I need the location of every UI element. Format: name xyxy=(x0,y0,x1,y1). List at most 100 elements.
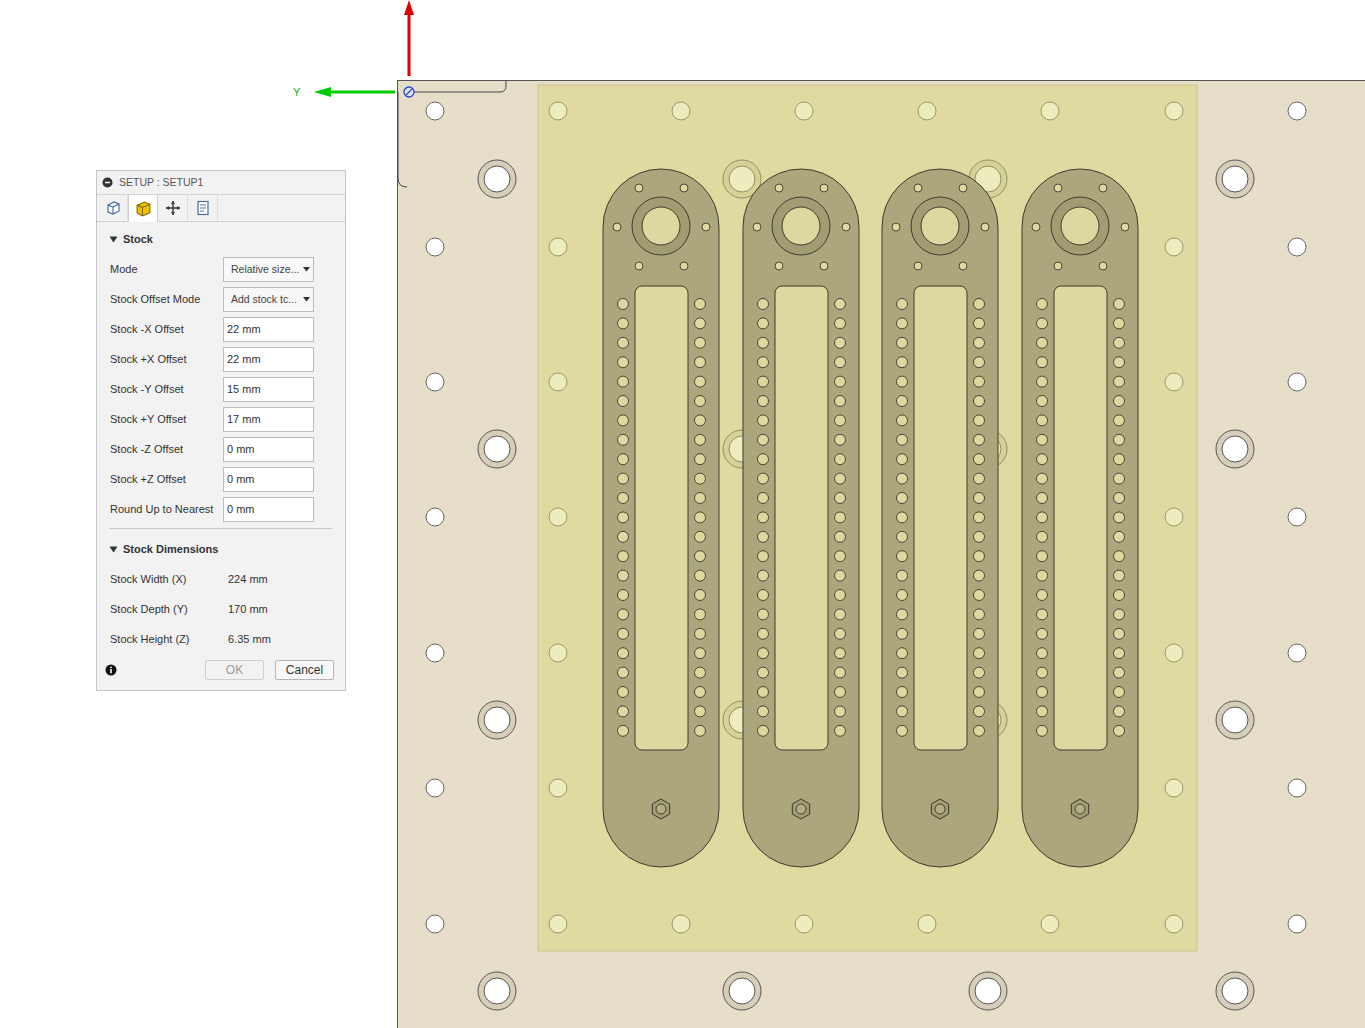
stock-cube-icon xyxy=(135,200,152,217)
counterbore-hole xyxy=(478,430,516,468)
section-separator xyxy=(109,528,332,529)
parameter-label: Stock -Y Offset xyxy=(110,383,223,395)
stock-box[interactable] xyxy=(538,85,1197,951)
plate-hole xyxy=(426,644,444,662)
parameter-row: Stock -Y Offset15 mm xyxy=(109,374,332,404)
plate-hole xyxy=(426,102,444,120)
parameter-label: Stock Offset Mode xyxy=(110,293,223,305)
dialog-section: StockModeRelative size...Stock Offset Mo… xyxy=(109,229,332,524)
section-title: Stock Dimensions xyxy=(123,543,218,555)
plate-hole xyxy=(1288,102,1306,120)
counterbore-hole xyxy=(969,972,1007,1010)
parameter-label: Mode xyxy=(110,263,223,275)
section-header[interactable]: Stock xyxy=(109,229,332,249)
link-part[interactable] xyxy=(1022,169,1138,867)
dropdown-arrow-icon xyxy=(303,267,310,272)
plate-hole xyxy=(426,508,444,526)
parameter-label: Stock -X Offset xyxy=(110,323,223,335)
origin-icon xyxy=(404,87,414,97)
dialog-title-bar: SETUP : SETUP1 xyxy=(97,171,345,195)
dialog-tab[interactable] xyxy=(158,195,188,222)
dialog-section: Stock DimensionsStock Width (X)224 mmSto… xyxy=(109,524,332,654)
parameter-row: Stock Width (X)224 mm xyxy=(109,564,332,594)
parameter-label: Stock -Z Offset xyxy=(110,443,223,455)
counterbore-hole xyxy=(1216,972,1254,1010)
dialog-tab[interactable] xyxy=(98,195,128,222)
parameter-row: Stock +Y Offset17 mm xyxy=(109,404,332,434)
counterbore-hole xyxy=(478,160,516,198)
parameter-input[interactable]: 17 mm xyxy=(223,407,314,432)
cancel-button[interactable]: Cancel xyxy=(275,660,334,680)
parameter-input[interactable]: 0 mm xyxy=(223,497,314,522)
parameter-row: ModeRelative size... xyxy=(109,254,332,284)
parameter-label: Stock Height (Z) xyxy=(110,633,223,645)
parameter-row: Round Up to Nearest0 mm xyxy=(109,494,332,524)
parameter-input[interactable]: 22 mm xyxy=(223,347,314,372)
parameter-label: Stock Depth (Y) xyxy=(110,603,223,615)
parameter-readout: 224 mm xyxy=(223,573,314,585)
dialog-body: StockModeRelative size...Stock Offset Mo… xyxy=(97,222,345,654)
link-part[interactable] xyxy=(743,169,859,867)
info-icon[interactable] xyxy=(105,664,117,676)
section-header[interactable]: Stock Dimensions xyxy=(109,539,332,559)
parameter-label: Stock Width (X) xyxy=(110,573,223,585)
plate-hole xyxy=(1288,779,1306,797)
y-axis-label: Y xyxy=(293,86,301,98)
plate-hole xyxy=(1288,373,1306,391)
plate-hole xyxy=(426,915,444,933)
cam-workspace: Y SETUP : SETUP1 Stock ModeRelative size...… xyxy=(0,0,1365,1028)
y-axis-arrow-icon xyxy=(314,87,395,97)
parameter-row: Stock Depth (Y)170 mm xyxy=(109,594,332,624)
plate-hole xyxy=(1288,238,1306,256)
parameter-row: Stock Offset ModeAdd stock tc... xyxy=(109,284,332,314)
plate-hole xyxy=(426,373,444,391)
parameter-dropdown[interactable]: Add stock tc... xyxy=(223,287,314,312)
dropdown-arrow-icon xyxy=(303,297,310,302)
plate-hole xyxy=(426,238,444,256)
fixture-plate[interactable] xyxy=(398,81,1365,1028)
dialog-footer: OK Cancel xyxy=(97,654,345,690)
plate-hole xyxy=(1288,508,1306,526)
counterbore-hole xyxy=(1216,160,1254,198)
plate-hole xyxy=(1288,915,1306,933)
section-title: Stock xyxy=(123,233,153,245)
parameter-label: Round Up to Nearest xyxy=(110,503,223,515)
parameter-dropdown[interactable]: Relative size... xyxy=(223,257,314,282)
setup-icon xyxy=(105,200,121,216)
counterbore-hole xyxy=(478,972,516,1010)
parameter-input[interactable]: 0 mm xyxy=(223,467,314,492)
expand-triangle-icon xyxy=(109,235,118,244)
parameter-row: Stock Height (Z)6.35 mm xyxy=(109,624,332,654)
dialog-tabs xyxy=(97,195,345,223)
parameter-row: Stock -Z Offset0 mm xyxy=(109,434,332,464)
plate-hole xyxy=(426,779,444,797)
z-axis-arrow-icon xyxy=(404,0,414,76)
ok-button[interactable]: OK xyxy=(205,660,264,680)
move-arrows-icon xyxy=(165,200,181,216)
dialog-tab[interactable] xyxy=(188,195,218,222)
parameter-row: Stock +X Offset22 mm xyxy=(109,344,332,374)
counterbore-hole xyxy=(478,701,516,739)
counterbore-hole xyxy=(723,972,761,1010)
post-document-icon xyxy=(195,200,211,216)
parameter-label: Stock +X Offset xyxy=(110,353,223,365)
parameter-row: Stock +Z Offset0 mm xyxy=(109,464,332,494)
parameter-input[interactable]: 15 mm xyxy=(223,377,314,402)
parameter-row: Stock -X Offset22 mm xyxy=(109,314,332,344)
parameter-input[interactable]: 22 mm xyxy=(223,317,314,342)
parameter-input[interactable]: 0 mm xyxy=(223,437,314,462)
dialog-tab[interactable] xyxy=(128,195,158,223)
link-part[interactable] xyxy=(603,169,719,867)
parameter-label: Stock +Z Offset xyxy=(110,473,223,485)
plate-hole xyxy=(1288,644,1306,662)
parameter-readout: 6.35 mm xyxy=(223,633,314,645)
parameter-label: Stock +Y Offset xyxy=(110,413,223,425)
dialog-title: SETUP : SETUP1 xyxy=(119,176,203,188)
counterbore-hole xyxy=(1216,430,1254,468)
counterbore-hole xyxy=(1216,701,1254,739)
parameter-readout: 170 mm xyxy=(223,603,314,615)
link-part[interactable] xyxy=(882,169,998,867)
expand-triangle-icon xyxy=(109,545,118,554)
setup-dialog: SETUP : SETUP1StockModeRelative size...S… xyxy=(96,170,346,691)
collapse-minus-icon[interactable] xyxy=(102,177,113,188)
